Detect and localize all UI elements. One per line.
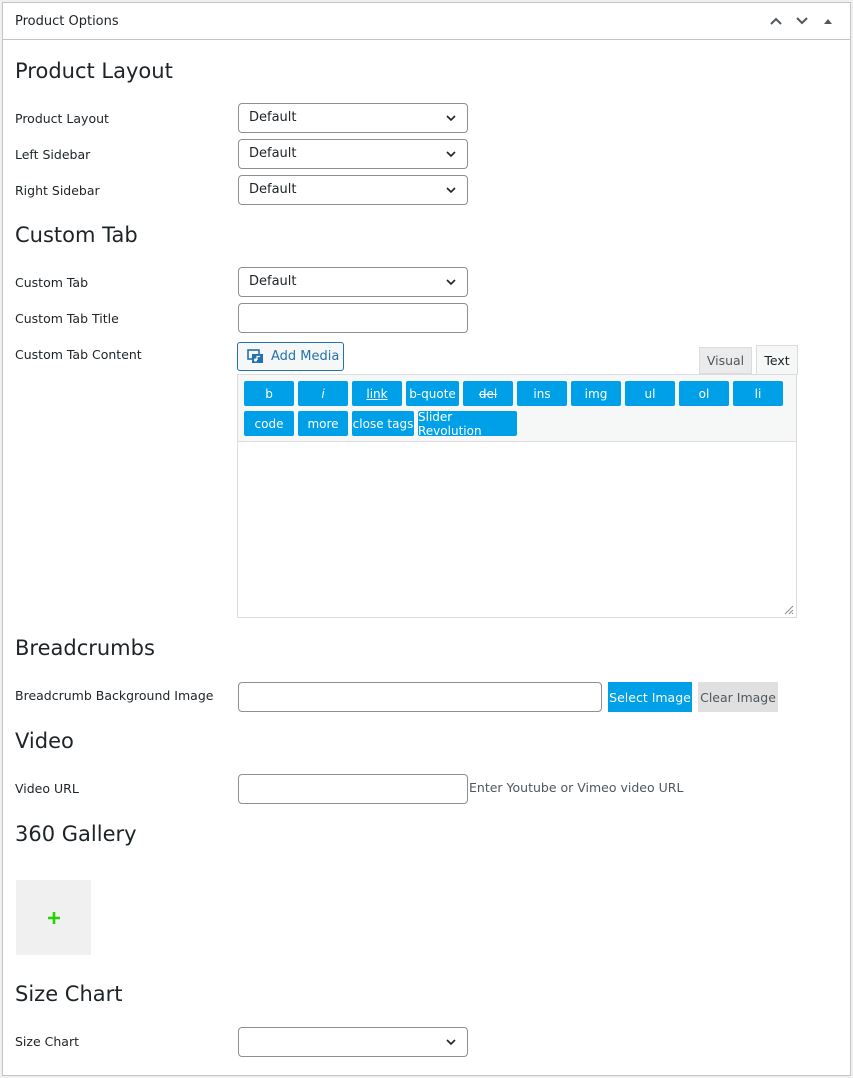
quicktag-li-button[interactable]: li [733, 381, 783, 406]
media-icon [247, 348, 263, 363]
move-up-button[interactable] [766, 11, 786, 31]
right-sidebar-label: Right Sidebar [15, 183, 100, 198]
quicktag-i-button[interactable]: i [298, 381, 348, 406]
section-title-custom-tab: Custom Tab [15, 223, 138, 247]
select-image-button[interactable]: Select Image [608, 682, 692, 712]
custom-tab-title-label: Custom Tab Title [15, 311, 119, 326]
custom-tab-content-textarea[interactable] [238, 442, 796, 617]
quicktag-link-button[interactable]: link [352, 381, 402, 406]
size-chart-label: Size Chart [15, 1034, 79, 1049]
chevron-down-icon [446, 279, 456, 286]
gallery-add-button[interactable] [16, 880, 91, 955]
custom-tab-value: Default [249, 274, 297, 289]
quicktag-slider-revolution-button[interactable]: Slider Revolution [418, 410, 517, 438]
video-url-label: Video URL [15, 781, 79, 796]
product-layout-label: Product Layout [15, 111, 109, 126]
quicktag-ul-button[interactable]: ul [625, 381, 675, 406]
right-sidebar-value: Default [249, 182, 297, 197]
left-sidebar-select[interactable]: Default [238, 139, 468, 169]
chevron-down-icon [796, 17, 808, 25]
section-title-video: Video [15, 729, 74, 753]
chevron-down-icon [446, 1039, 456, 1046]
custom-tab-title-input[interactable] [238, 303, 468, 333]
product-layout-select[interactable]: Default [238, 103, 468, 133]
panel-header-actions [766, 11, 838, 31]
chevron-down-icon [446, 115, 456, 122]
move-down-button[interactable] [792, 11, 812, 31]
resize-handle-icon[interactable] [782, 603, 794, 615]
chevron-down-icon [446, 151, 456, 158]
section-title-product-layout: Product Layout [15, 59, 173, 83]
left-sidebar-value: Default [249, 146, 297, 161]
quicktag-ins-button[interactable]: ins [517, 381, 567, 406]
video-url-input[interactable] [238, 774, 468, 804]
quicktag-close-tags-button[interactable]: close tags [352, 411, 414, 436]
chevron-down-icon [446, 187, 456, 194]
custom-tab-content-label: Custom Tab Content [15, 347, 142, 362]
quicktag-bquote-button[interactable]: b-quote [406, 381, 459, 406]
toggle-panel-button[interactable] [818, 11, 838, 31]
clear-image-button[interactable]: Clear Image [698, 682, 778, 712]
custom-tab-label: Custom Tab [15, 275, 89, 290]
chevron-up-icon [770, 17, 782, 25]
size-chart-select[interactable] [238, 1027, 468, 1057]
right-sidebar-select[interactable]: Default [238, 175, 468, 205]
quicktag-more-button[interactable]: more [298, 411, 348, 436]
tab-visual[interactable]: Visual [699, 347, 752, 374]
add-media-label: Add Media [271, 349, 340, 364]
panel-header: Product Options [3, 3, 850, 40]
section-title-360-gallery: 360 Gallery [15, 822, 137, 846]
panel-title: Product Options [15, 13, 119, 29]
quicktags-toolbar: b i link b-quote del ins img ul ol li co… [238, 375, 796, 442]
product-layout-value: Default [249, 110, 297, 125]
product-options-panel: Product Options Product Layout Product L… [2, 2, 851, 1076]
breadcrumb-bg-input[interactable] [238, 682, 602, 712]
left-sidebar-label: Left Sidebar [15, 147, 91, 162]
breadcrumb-bg-label: Breadcrumb Background Image [15, 688, 214, 703]
quicktag-b-button[interactable]: b [244, 381, 294, 406]
tab-text[interactable]: Text [756, 345, 798, 375]
caret-up-icon [824, 19, 832, 24]
section-title-breadcrumbs: Breadcrumbs [15, 636, 155, 660]
quicktag-code-button[interactable]: code [244, 411, 294, 436]
quicktag-ol-button[interactable]: ol [679, 381, 729, 406]
quicktag-img-button[interactable]: img [571, 381, 621, 406]
custom-tab-content-editor: b i link b-quote del ins img ul ol li co… [237, 374, 797, 618]
custom-tab-select[interactable]: Default [238, 267, 468, 297]
plus-icon [47, 911, 60, 924]
video-url-hint: Enter Youtube or Vimeo video URL [469, 780, 684, 795]
add-media-button[interactable]: Add Media [237, 342, 344, 371]
section-title-size-chart: Size Chart [15, 982, 123, 1006]
quicktag-del-button[interactable]: del [463, 381, 513, 406]
